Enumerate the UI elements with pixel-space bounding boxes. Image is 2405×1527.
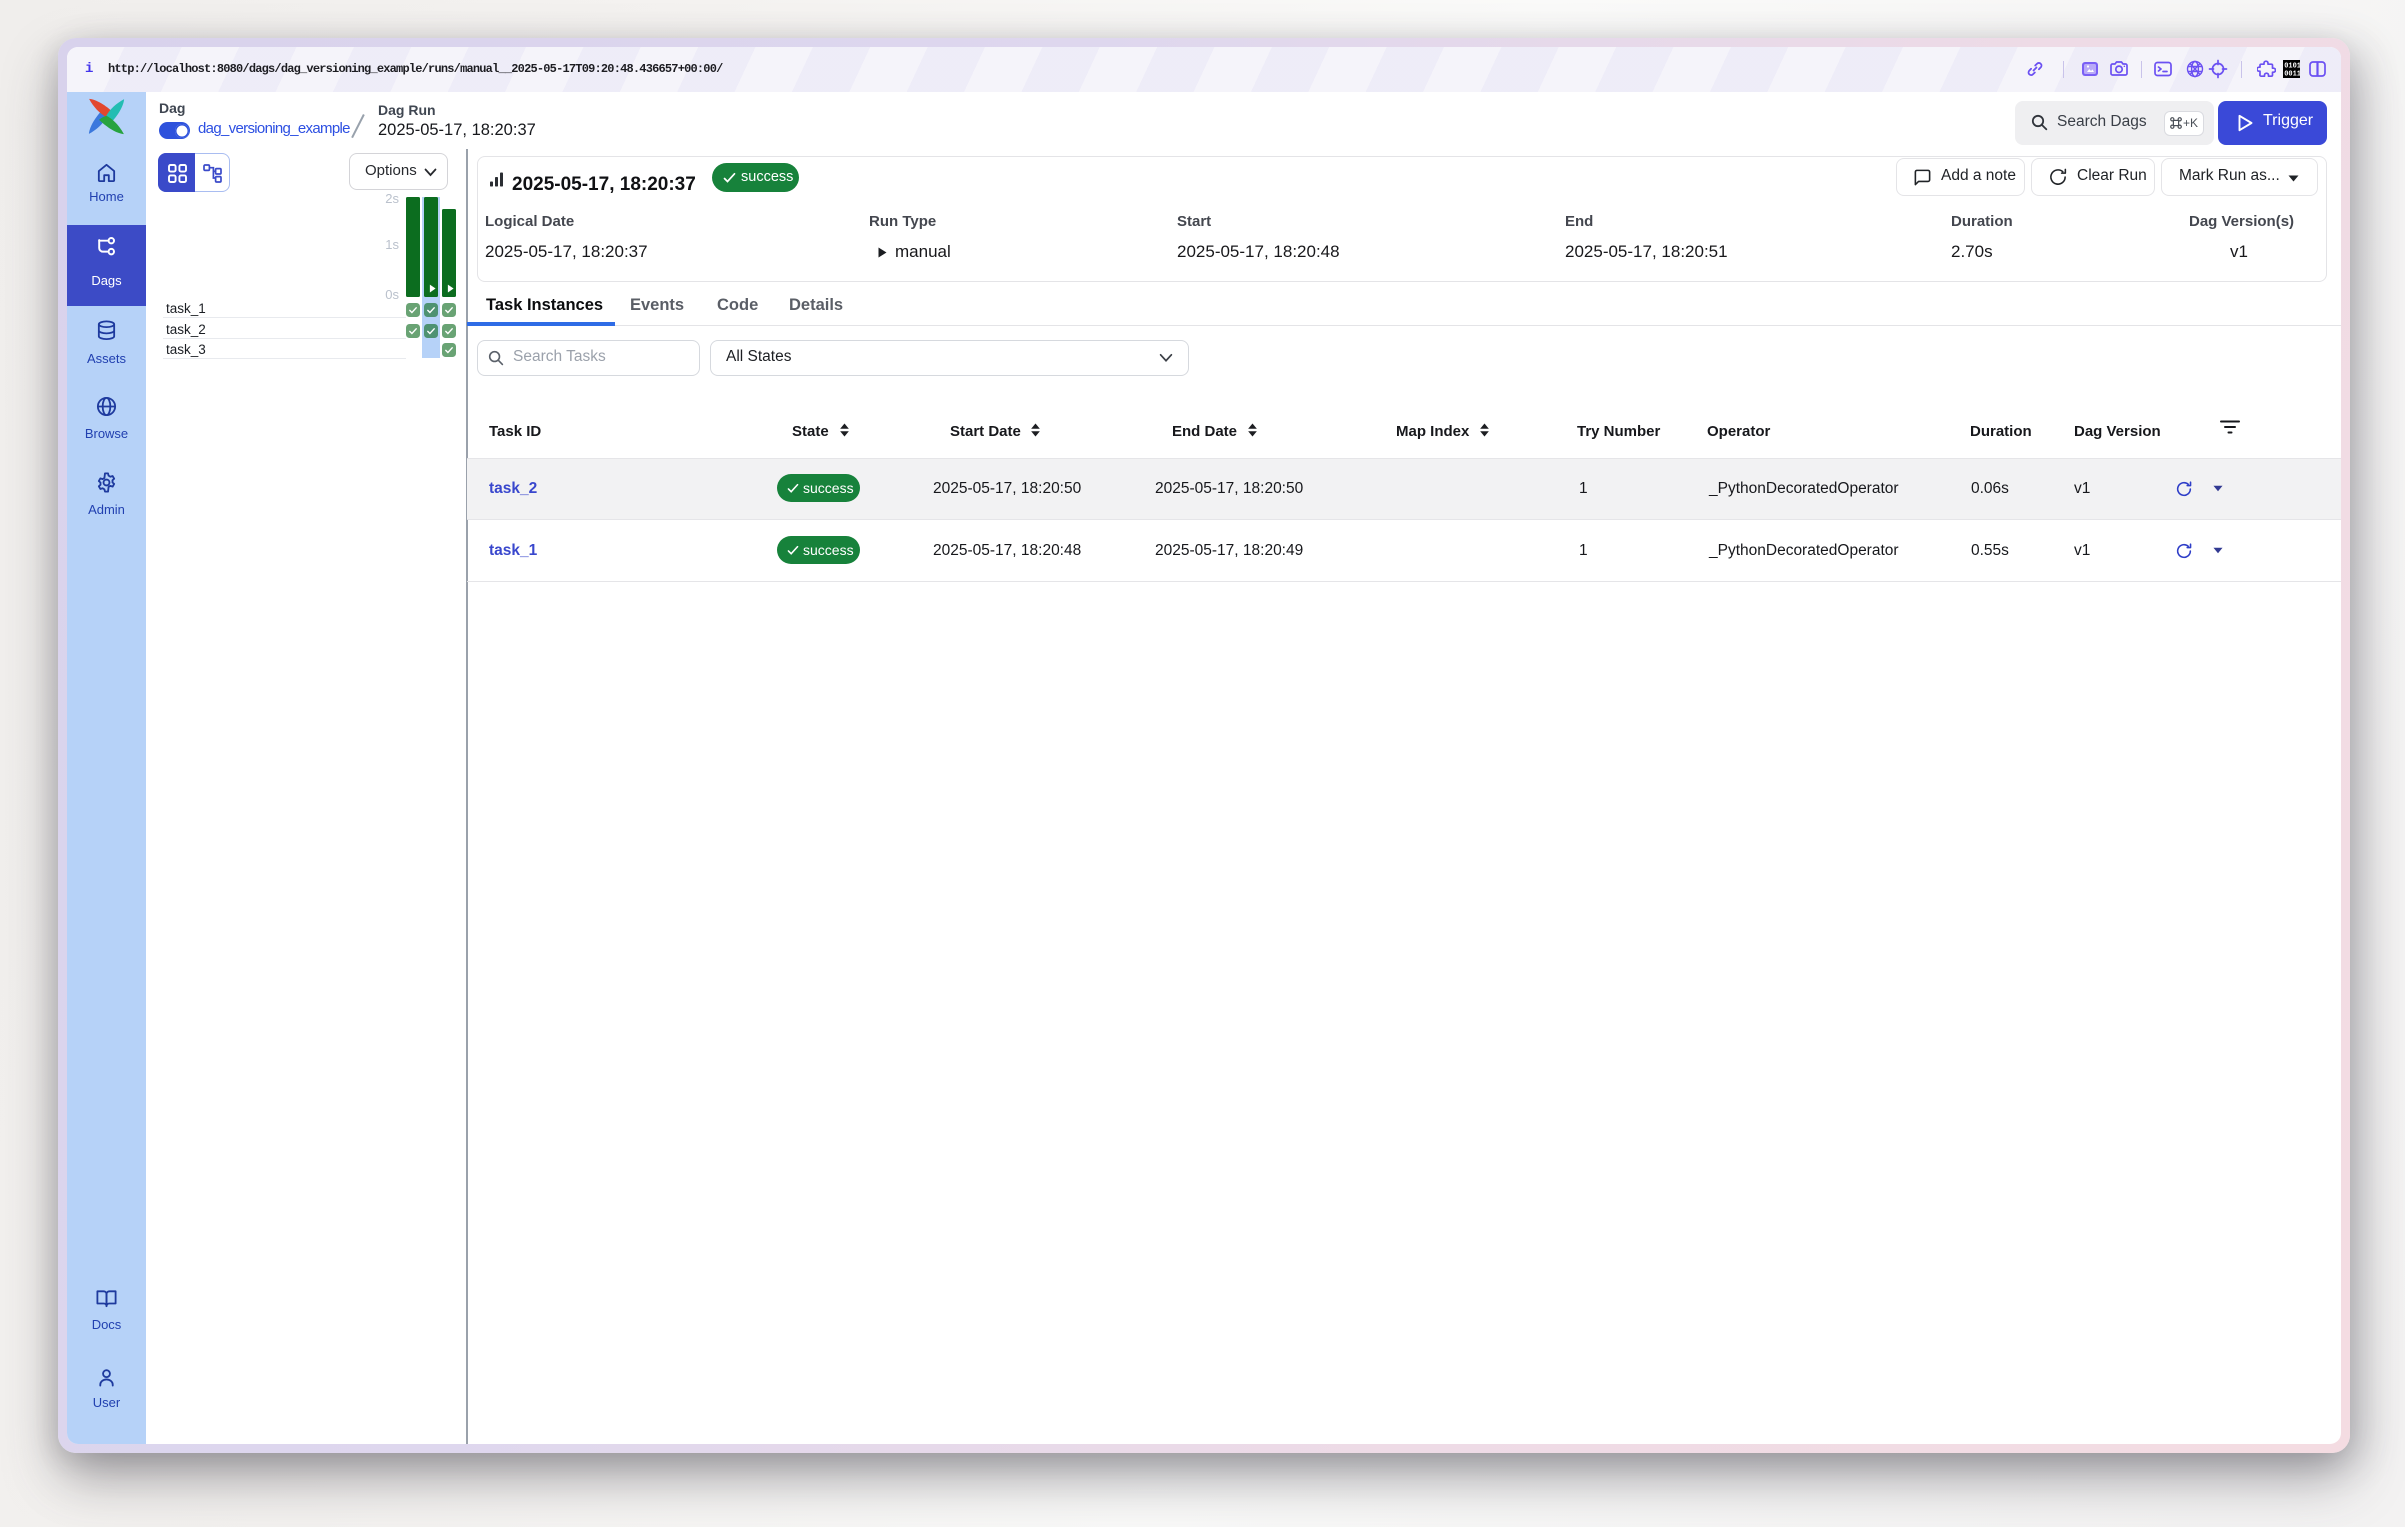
svg-text:0101: 0101 (2284, 63, 2300, 71)
svg-text:0011: 0011 (2284, 71, 2300, 79)
